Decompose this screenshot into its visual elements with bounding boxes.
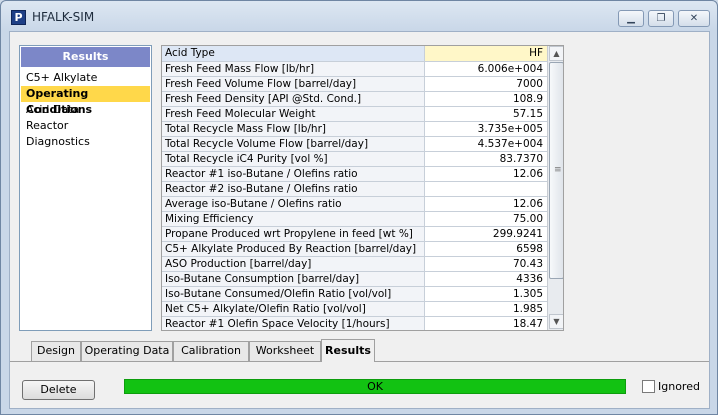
row-value[interactable]: 83.7370 [424,151,547,167]
row-label: Reactor #1 Olefin Space Velocity [1/hour… [162,316,425,330]
ignored-label: Ignored [658,380,700,393]
row-label: ASO Production [barrel/day] [162,256,425,272]
table-row[interactable]: C5+ Alkylate Produced By Reaction [barre… [162,241,547,257]
close-button[interactable]: ✕ [678,10,710,27]
row-value[interactable]: 75.00 [424,211,547,227]
scroll-up-icon[interactable]: ▲ [549,46,563,61]
minimize-icon: ▁ [627,13,635,24]
row-value[interactable]: 18.47 [424,316,547,330]
scroll-down-icon[interactable]: ▼ [549,314,563,329]
table-row[interactable]: Mixing Efficiency 75.00 [162,211,547,227]
row-label: Fresh Feed Volume Flow [barrel/day] [162,76,425,92]
close-icon: ✕ [689,13,699,24]
row-label: Total Recycle iC4 Purity [vol %] [162,151,425,167]
tab-calibration[interactable]: Calibration [173,341,249,361]
app-logo-icon: P [11,10,26,25]
table-row[interactable]: Net C5+ Alkylate/Olefin Ratio [vol/vol] 1… [162,301,547,317]
results-grid: Acid Type HF Fresh Feed Mass Flow [lb/hr]… [161,45,564,331]
row-label: Fresh Feed Mass Flow [lb/hr] [162,61,425,77]
table-row[interactable]: Fresh Feed Molecular Weight 57.15 [162,106,547,122]
row-value[interactable]: 6.006e+004 [424,61,547,77]
nav-header: Results [21,47,150,67]
row-value[interactable]: HF [424,46,547,62]
table-row[interactable]: Total Recycle Mass Flow [lb/hr] 3.735e+00… [162,121,547,137]
row-value[interactable]: 12.06 [424,166,547,182]
row-value[interactable]: 4.537e+004 [424,136,547,152]
table-row[interactable]: Reactor #1 Olefin Space Velocity [1/hour… [162,316,547,330]
grip-icon: ≡ [554,165,562,175]
minimize-button[interactable]: ▁ [618,10,644,27]
row-label: Iso-Butane Consumption [barrel/day] [162,271,425,287]
tab-worksheet[interactable]: Worksheet [249,341,321,361]
row-label: Acid Type [162,46,425,62]
tab-results[interactable]: Results [321,339,375,362]
nav-item-reactor[interactable]: Reactor [21,118,150,134]
row-value[interactable]: 6598 [424,241,547,257]
row-label: Reactor #1 iso-Butane / Olefins ratio [162,166,425,182]
table-row[interactable]: Fresh Feed Density [API @Std. Cond.] 108.… [162,91,547,107]
table-row[interactable]: Iso-Butane Consumption [barrel/day] 4336 [162,271,547,287]
tab-operating-data[interactable]: Operating Data [81,341,173,361]
row-value[interactable]: 1.305 [424,286,547,302]
row-label: Iso-Butane Consumed/Olefin Ratio [vol/vo… [162,286,425,302]
app-window: P HFALK-SIM ▁ ❐ ✕ Results C5+ Alkylate O… [0,0,718,415]
row-label: Average iso-Butane / Olefins ratio [162,196,425,212]
maximize-button[interactable]: ❐ [648,10,674,27]
row-label: Total Recycle Volume Flow [barrel/day] [162,136,425,152]
table-row[interactable]: Acid Type HF [162,46,547,62]
row-label: Net C5+ Alkylate/Olefin Ratio [vol/vol] [162,301,425,317]
results-table: Acid Type HF Fresh Feed Mass Flow [lb/hr]… [162,46,547,330]
maximize-icon: ❐ [656,13,666,24]
results-nav-panel: Results C5+ Alkylate Operating Condition… [19,45,152,331]
table-row[interactable]: Fresh Feed Mass Flow [lb/hr] 6.006e+004 [162,61,547,77]
table-row[interactable]: Propane Produced wrt Propylene in feed [… [162,226,547,242]
nav-item-diagnostics[interactable]: Diagnostics [21,134,150,150]
row-value[interactable] [424,181,547,197]
table-row[interactable]: Total Recycle iC4 Purity [vol %] 83.7370 [162,151,547,167]
row-label: Reactor #2 iso-Butane / Olefins ratio [162,181,425,197]
row-label: Fresh Feed Molecular Weight [162,106,425,122]
table-row[interactable]: Total Recycle Volume Flow [barrel/day] 4.… [162,136,547,152]
row-label: C5+ Alkylate Produced By Reaction [barre… [162,241,425,257]
row-value[interactable]: 1.985 [424,301,547,317]
row-label: Total Recycle Mass Flow [lb/hr] [162,121,425,137]
tab-design[interactable]: Design [31,341,81,361]
client-area: Results C5+ Alkylate Operating Condition… [9,31,710,409]
row-label: Fresh Feed Density [API @Std. Cond.] [162,91,425,107]
window-title: HFALK-SIM [32,10,95,24]
table-row[interactable]: Fresh Feed Volume Flow [barrel/day] 7000 [162,76,547,92]
row-label: Mixing Efficiency [162,211,425,227]
table-row[interactable]: Reactor #1 iso-Butane / Olefins ratio 12.… [162,166,547,182]
nav-item-operating-conditions[interactable]: Operating Conditions [21,86,150,116]
vertical-scrollbar[interactable]: ▲ ≡ ▼ [547,46,563,330]
row-value[interactable]: 3.735e+005 [424,121,547,137]
row-value[interactable]: 57.15 [424,106,547,122]
table-row[interactable]: Iso-Butane Consumed/Olefin Ratio [vol/vo… [162,286,547,302]
row-value[interactable]: 4336 [424,271,547,287]
nav-item-c5-alkylate[interactable]: C5+ Alkylate [21,70,150,86]
ignored-checkbox[interactable] [642,380,655,393]
row-value[interactable]: 7000 [424,76,547,92]
table-row[interactable]: Reactor #2 iso-Butane / Olefins ratio [162,181,547,197]
delete-button[interactable]: Delete [22,380,95,400]
status-bar: OK [124,379,626,394]
row-value[interactable]: 299.9241 [424,226,547,242]
row-value[interactable]: 108.9 [424,91,547,107]
table-row[interactable]: Average iso-Butane / Olefins ratio 12.06 [162,196,547,212]
row-value[interactable]: 12.06 [424,196,547,212]
scroll-thumb[interactable]: ≡ [549,62,563,279]
row-label: Propane Produced wrt Propylene in feed [… [162,226,425,242]
row-value[interactable]: 70.43 [424,256,547,272]
table-row[interactable]: ASO Production [barrel/day] 70.43 [162,256,547,272]
title-bar[interactable]: P HFALK-SIM ▁ ❐ ✕ [1,1,717,31]
